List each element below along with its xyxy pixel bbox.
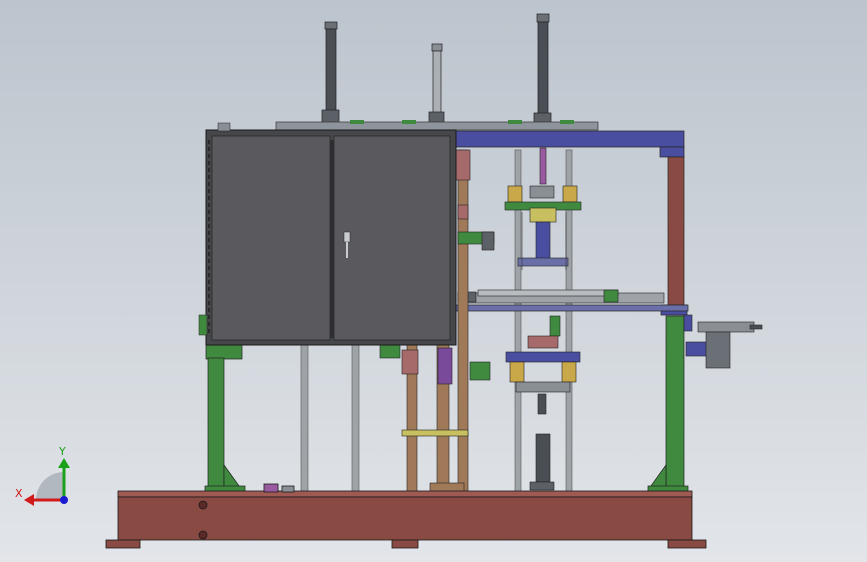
x-axis-arrow xyxy=(24,494,34,506)
axis-triad: Y X xyxy=(15,445,70,506)
z-axis-dot xyxy=(60,496,68,504)
horizontal-slide xyxy=(457,289,665,304)
side-actuator xyxy=(683,314,763,369)
x-axis-label: X xyxy=(15,487,23,500)
electrical-cabinet xyxy=(198,122,457,346)
cad-viewport[interactable]: Y X xyxy=(0,0,867,562)
top-cylinders xyxy=(321,13,552,126)
y-axis-arrow xyxy=(58,458,70,468)
base-frame xyxy=(105,483,707,549)
y-axis-label: Y xyxy=(58,445,66,458)
